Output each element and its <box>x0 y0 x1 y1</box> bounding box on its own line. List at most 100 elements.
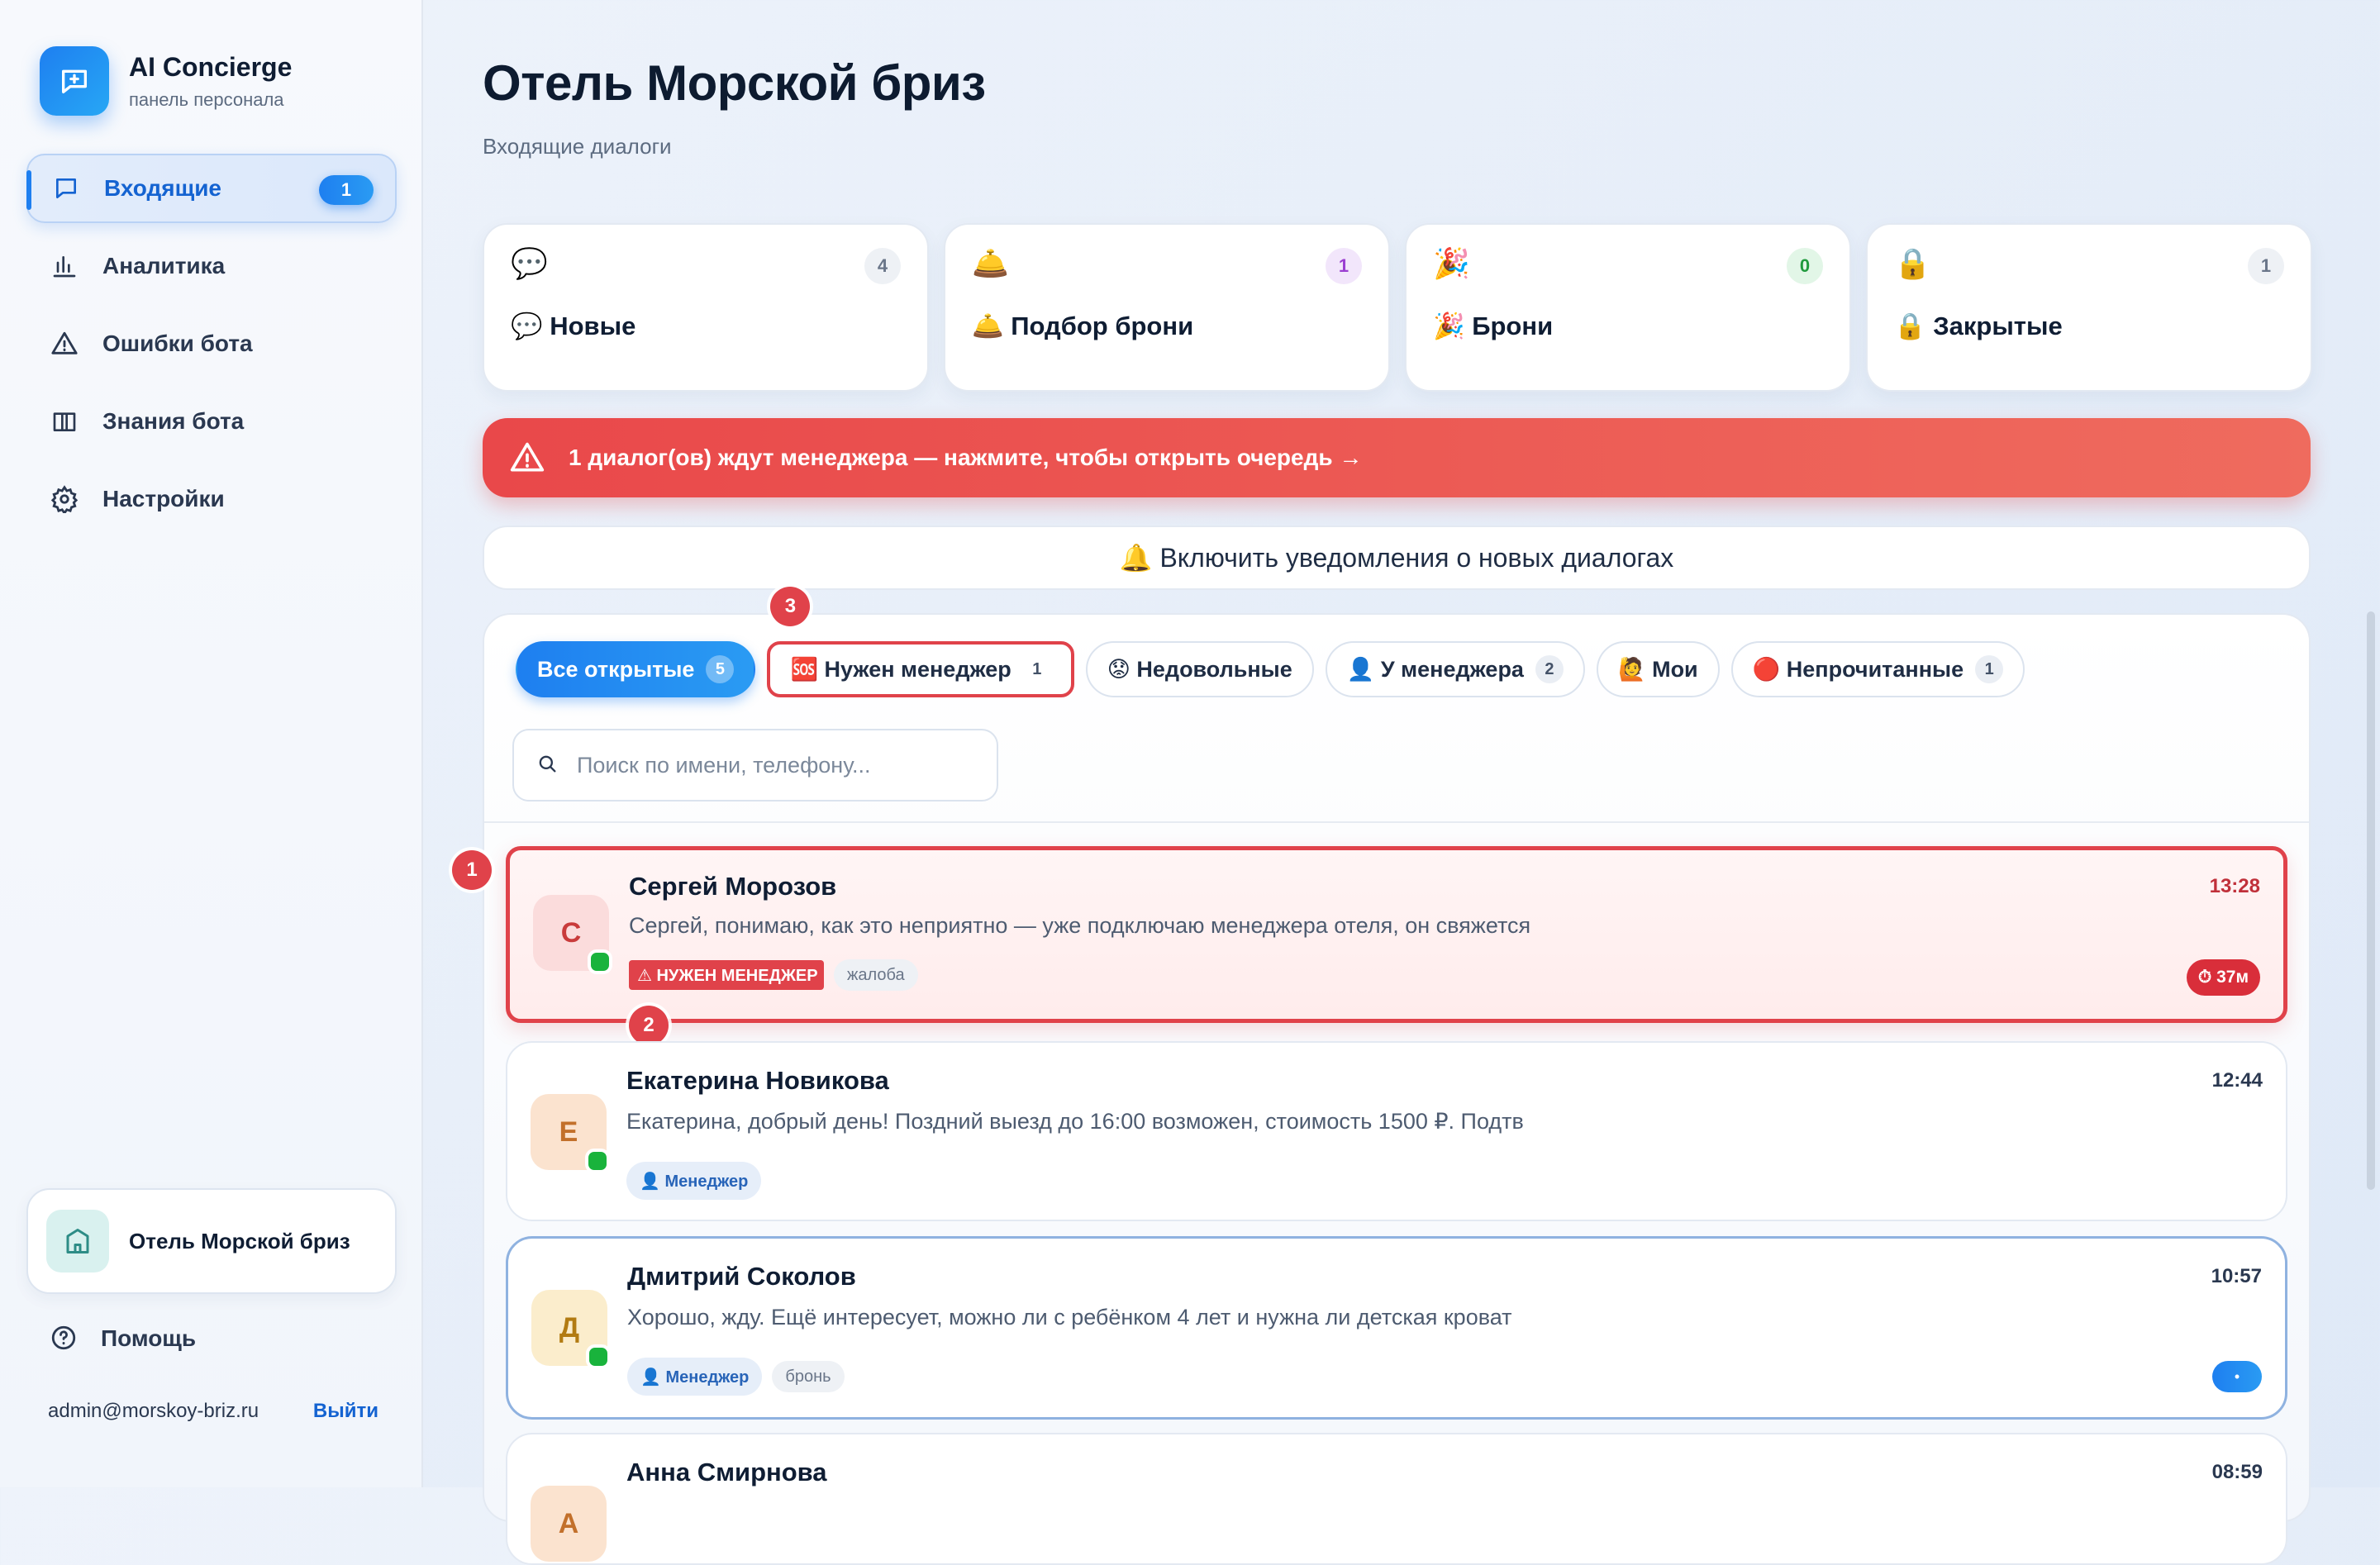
sidebar-item-settings[interactable]: Настройки <box>26 464 397 534</box>
manager-queue-alert[interactable]: 1 диалог(ов) ждут менеджера — нажмите, ч… <box>483 418 2311 497</box>
inbox-count-badge: 1 <box>319 175 374 205</box>
avatar: А <box>531 1486 607 1562</box>
alert-text: 1 диалог(ов) ждут менеджера — нажмите, ч… <box>569 445 1363 470</box>
conversation-row[interactable]: А Анна Смирнова 08:59 <box>506 1433 2287 1565</box>
avatar: С <box>533 895 612 974</box>
filter-label: 🆘 Нужен менеджер <box>790 657 1011 682</box>
help-label: Помощь <box>101 1325 197 1351</box>
search-box[interactable] <box>512 729 998 802</box>
hotel-name: Отель Морской бриз <box>129 1228 350 1253</box>
avatar-initial: Д <box>559 1311 580 1344</box>
filter-count: 1 <box>1022 655 1051 683</box>
sidebar-item-label: Знания бота <box>102 408 245 434</box>
filter-count: 2 <box>1535 655 1564 683</box>
filter-count: 1 <box>1975 655 2004 683</box>
stat-label: 💬 Новые <box>511 312 636 340</box>
sidebar-nav: Входящие 1 Аналитика Ошибки бота Знания … <box>26 154 397 542</box>
stat-label: 🎉 Брони <box>1433 312 1554 340</box>
gear-icon <box>50 484 79 514</box>
bar-chart-icon <box>50 251 79 281</box>
online-indicator <box>585 1149 610 1173</box>
sidebar-item-bot-knowledge[interactable]: Знания бота <box>26 387 397 456</box>
wait-timer-badge: ⏱ 37м <box>2186 959 2260 996</box>
stat-count: 1 <box>2248 248 2284 284</box>
filter-all-open[interactable]: Все открытые 5 <box>516 641 756 697</box>
tags: 👤 Менеджер бронь <box>627 1358 854 1396</box>
tags: ⚠ НУЖЕН МЕНЕДЖЕР жалоба <box>629 959 928 991</box>
chat-icon <box>51 174 81 203</box>
filter-label: Все открытые <box>537 656 695 682</box>
search-icon <box>536 752 559 779</box>
lock-icon: 🔒 <box>1894 246 1931 280</box>
building-icon <box>46 1210 109 1272</box>
bell-icon: 🛎️ <box>972 246 1009 280</box>
search-input[interactable] <box>575 751 975 779</box>
filter-unhappy[interactable]: 😟 Недовольные <box>1085 641 1314 697</box>
divider <box>484 821 2309 823</box>
annotation-marker-3: 3 <box>770 587 811 626</box>
sidebar-item-analytics[interactable]: Аналитика <box>26 231 397 301</box>
stat-label: 🛎️ Подбор брони <box>972 312 1194 340</box>
sidebar: AI Concierge панель персонала Входящие 1… <box>0 0 423 1487</box>
brand-title: AI Concierge <box>129 51 293 82</box>
book-icon <box>50 407 79 436</box>
sidebar-item-inbox[interactable]: Входящие 1 <box>26 154 397 223</box>
message-time: 10:57 <box>2211 1265 2262 1287</box>
filter-needs-manager[interactable]: 🆘 Нужен менеджер 1 3 <box>767 587 1074 697</box>
conversation-row[interactable]: Д Дмитрий Соколов 10:57 Хорошо, жду. Ещё… <box>506 1236 2287 1420</box>
page-title: Отель Морской бриз <box>483 55 986 111</box>
contact-name: Дмитрий Соколов <box>627 1262 856 1291</box>
scrollbar[interactable] <box>2367 611 2375 1190</box>
conversation-row[interactable]: Е Екатерина Новикова 12:44 Екатерина, до… <box>506 1041 2287 1221</box>
sidebar-item-label: Настройки <box>102 486 225 511</box>
unread-indicator[interactable]: • <box>2212 1361 2262 1392</box>
contact-name: Сергей Морозов <box>629 872 837 901</box>
brand: AI Concierge панель персонала <box>40 46 292 116</box>
sidebar-item-label: Аналитика <box>102 253 226 278</box>
avatar: Е <box>531 1094 610 1173</box>
filter-label: 😟 Недовольные <box>1107 656 1292 682</box>
message-preview: Сергей, понимаю, как это неприятно — уже… <box>629 913 1531 938</box>
stat-card-closed[interactable]: 🔒 1 🔒 Закрытые <box>1866 223 2312 392</box>
stat-count: 0 <box>1787 248 1823 284</box>
help-link[interactable]: Помощь <box>50 1324 196 1353</box>
stat-card-bookings[interactable]: 🎉 0 🎉 Брони <box>1405 223 1851 392</box>
filter-label: 👤 У менеджера <box>1346 657 1524 682</box>
sidebar-item-bot-errors[interactable]: Ошибки бота <box>26 309 397 378</box>
needs-manager-tag: ⚠ НУЖЕН МЕНЕДЖЕР <box>629 960 824 990</box>
help-icon <box>50 1324 79 1353</box>
conversations-panel: Все открытые 5 🆘 Нужен менеджер 1 3 😟 Не… <box>452 587 2311 1565</box>
hotel-switcher[interactable]: Отель Морской бриз <box>26 1188 397 1294</box>
brand-subtitle: панель персонала <box>129 88 284 110</box>
warning-icon <box>50 329 79 359</box>
filter-count: 5 <box>706 655 735 683</box>
message-time: 13:28 <box>2209 875 2260 897</box>
tag: жалоба <box>834 959 918 991</box>
enable-notifications-button[interactable]: 🔔 Включить уведомления о новых диалогах <box>483 526 2311 590</box>
conversation-row[interactable]: 1 С Сергей Морозов 13:28 Сергей, понимаю… <box>452 846 2287 1045</box>
user-email: admin@morskoy-briz.ru <box>48 1400 259 1422</box>
tags: 👤 Менеджер <box>626 1162 771 1200</box>
filter-unread[interactable]: 🔴 Непрочитанные 1 <box>1730 641 2025 697</box>
filter-with-manager[interactable]: 👤 У менеджера 2 <box>1325 641 1585 697</box>
logout-button[interactable]: Выйти <box>313 1400 378 1423</box>
annotation-marker-1: 1 <box>452 850 492 890</box>
user-row: admin@morskoy-briz.ru Выйти <box>48 1400 378 1423</box>
brand-logo-icon <box>40 46 109 116</box>
filter-mine[interactable]: 🙋 Мои <box>1596 641 1720 697</box>
speech-bubble-icon: 💬 <box>511 246 548 280</box>
stat-card-booking-selection[interactable]: 🛎️ 1 🛎️ Подбор брони <box>944 223 1390 392</box>
sidebar-item-label: Ошибки бота <box>102 331 253 356</box>
manager-tag: 👤 Менеджер <box>626 1162 762 1200</box>
notify-text: 🔔 Включить уведомления о новых диалогах <box>1119 543 1674 573</box>
warning-icon <box>509 440 545 476</box>
stat-card-new[interactable]: 💬 4 💬 Новые <box>483 223 929 392</box>
contact-name: Екатерина Новикова <box>626 1066 889 1095</box>
avatar-initial: Е <box>559 1115 578 1148</box>
filter-label: 🙋 Мои <box>1617 657 1698 682</box>
message-preview: Хорошо, жду. Ещё интересует, можно ли с … <box>627 1305 1512 1330</box>
filter-label: 🔴 Непрочитанные <box>1752 657 1964 682</box>
avatar: Д <box>531 1290 611 1369</box>
stat-label: 🔒 Закрытые <box>1894 312 2063 340</box>
stat-count: 4 <box>864 248 901 284</box>
